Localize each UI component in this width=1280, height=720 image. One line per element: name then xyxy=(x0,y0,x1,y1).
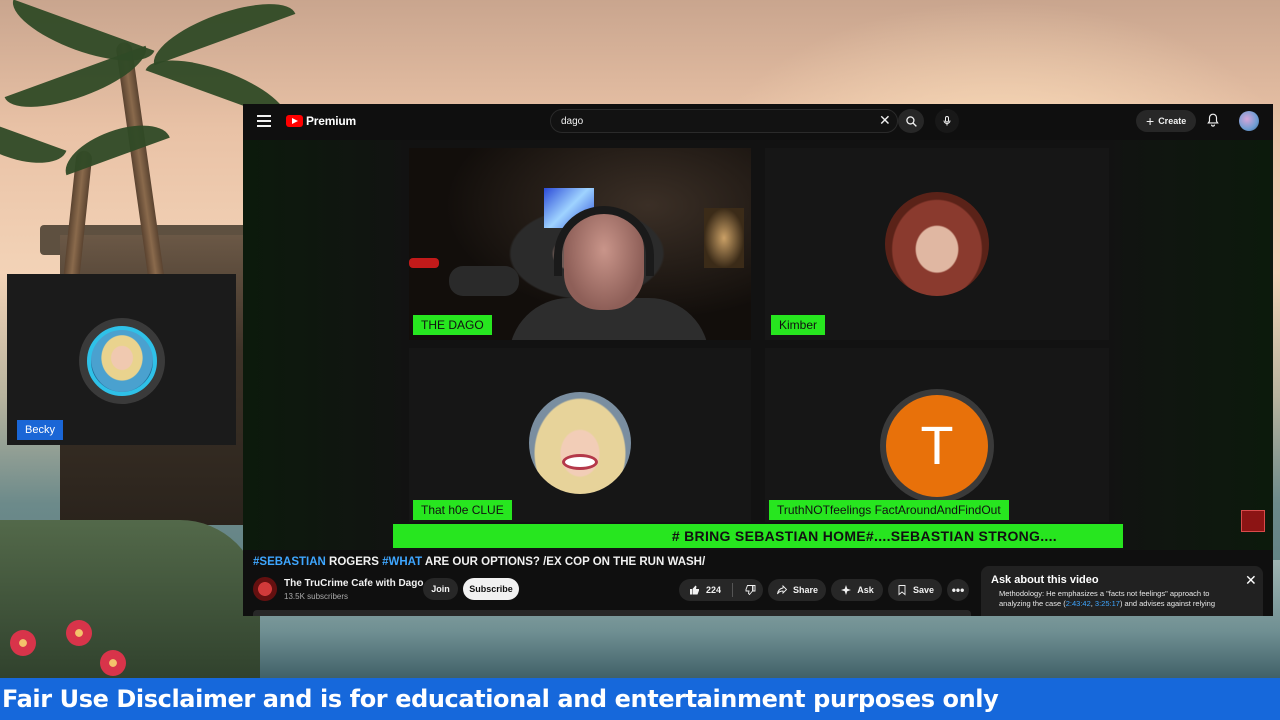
save-button[interactable]: Save xyxy=(888,579,942,601)
share-icon xyxy=(777,584,788,595)
search-icon xyxy=(905,115,917,127)
plus-icon: + xyxy=(1146,113,1155,129)
menu-icon[interactable] xyxy=(257,115,271,127)
title-text: ARE OUR OPTIONS? /EX COP ON THE RUN WASH… xyxy=(422,556,706,568)
avatar: T xyxy=(886,395,988,497)
hashtag-link[interactable]: #WHAT xyxy=(382,556,422,568)
participant-avatar-ring xyxy=(79,318,165,404)
ask-label: Ask xyxy=(857,585,874,595)
like-count[interactable]: 224 xyxy=(706,585,721,595)
sparkle-icon xyxy=(841,585,852,595)
participant-name-label: That h0e CLUE xyxy=(413,500,512,520)
create-button[interactable]: + Create xyxy=(1136,110,1197,132)
avatar xyxy=(529,392,631,494)
hashtag-link[interactable]: #SEBASTIAN xyxy=(253,556,326,568)
participant-name-label: THE DAGO xyxy=(413,315,492,335)
ask-panel-line: analyzing the case (2:43:42, 3:25:17) an… xyxy=(999,599,1257,609)
palm-frond xyxy=(57,113,170,176)
close-icon[interactable]: ✕ xyxy=(879,112,891,129)
save-label: Save xyxy=(912,585,935,595)
ticker-banner: # BRING SEBASTIAN HOME#....SEBASTIAN STR… xyxy=(393,524,1123,548)
participant-tile-truthnotfeelings: T TruthNOTfeelings FactAroundAndFindOut xyxy=(765,348,1109,522)
channel-name[interactable]: The TruCrime Cafe with Dago xyxy=(284,578,423,589)
participant-name-label: Becky xyxy=(17,420,63,440)
participant-name-label: TruthNOTfeelings FactAroundAndFindOut xyxy=(769,500,1009,520)
ask-panel: Ask about this video ✕ Methodology: He e… xyxy=(981,566,1263,616)
participant-tile-dago: THE DAGO xyxy=(409,148,751,340)
subscriber-count: 13.5K subscribers xyxy=(284,592,349,601)
bell-icon[interactable] xyxy=(1206,112,1220,133)
palm-frond xyxy=(0,113,67,176)
search-input[interactable] xyxy=(561,113,861,129)
search-button[interactable] xyxy=(898,109,924,133)
logo-text: Premium xyxy=(306,114,356,128)
disclaimer-banner: Fair Use Disclaimer and is for education… xyxy=(0,678,1280,720)
description-box[interactable] xyxy=(253,610,971,616)
bookmark-icon xyxy=(898,585,906,596)
youtube-logo[interactable]: Premium xyxy=(286,114,356,128)
thumbs-down-icon[interactable] xyxy=(744,584,756,596)
avatar xyxy=(87,326,157,396)
voice-search-button[interactable] xyxy=(935,109,959,133)
join-button[interactable]: Join xyxy=(423,578,458,600)
ask-panel-text-fragment: ) and advises against relying xyxy=(1119,599,1216,608)
channel-watermark xyxy=(1241,510,1265,532)
avatar xyxy=(885,192,989,296)
participant-name-label: Kimber xyxy=(771,315,826,335)
flower xyxy=(10,630,36,656)
share-label: Share xyxy=(792,585,818,595)
channel-avatar[interactable] xyxy=(253,577,277,601)
ask-panel-text-fragment: analyzing the case ( xyxy=(999,599,1066,608)
more-icon: ••• xyxy=(951,583,965,597)
flower xyxy=(100,650,126,676)
account-avatar[interactable] xyxy=(1239,111,1259,131)
share-button[interactable]: Share xyxy=(768,579,826,601)
more-actions-button[interactable]: ••• xyxy=(947,579,969,601)
divider xyxy=(732,583,734,597)
participant-tile-becky: Becky xyxy=(7,274,236,445)
like-dislike-group: 224 xyxy=(679,579,763,601)
top-bar: Premium ✕ + Create xyxy=(243,104,1273,140)
close-icon[interactable]: ✕ xyxy=(1245,572,1257,589)
ask-panel-line: Methodology: He emphasizes a "facts not … xyxy=(999,589,1210,598)
ask-button[interactable]: Ask xyxy=(831,579,883,601)
participant-tile-clue: That h0e CLUE xyxy=(409,348,751,522)
subscribe-button[interactable]: Subscribe xyxy=(463,578,519,600)
timestamp-link[interactable]: 2:43:42 xyxy=(1066,599,1091,608)
participant-tile-kimber: Kimber xyxy=(765,148,1109,340)
webcam-feed xyxy=(409,148,751,340)
flower xyxy=(66,620,92,646)
youtube-window: Premium ✕ + Create xyxy=(243,104,1273,616)
timestamp-link[interactable]: 3:25:17 xyxy=(1095,599,1120,608)
title-text: ROGERS xyxy=(325,556,383,568)
video-title: #SEBASTIAN ROGERS #WHAT ARE OUR OPTIONS?… xyxy=(253,556,705,568)
palm-frond xyxy=(145,0,296,66)
video-player[interactable]: THE DAGO Kimber That h0e CLUE T TruthNOT… xyxy=(243,140,1273,550)
ask-panel-text: Methodology: He emphasizes a "facts not … xyxy=(999,589,1257,609)
ask-panel-title: Ask about this video xyxy=(991,574,1099,586)
youtube-logo-icon xyxy=(286,115,303,127)
search-box: ✕ xyxy=(550,109,898,133)
create-label: Create xyxy=(1158,116,1187,126)
thumbs-up-icon[interactable] xyxy=(689,584,701,596)
mic-icon xyxy=(943,116,951,126)
shore xyxy=(0,520,260,690)
